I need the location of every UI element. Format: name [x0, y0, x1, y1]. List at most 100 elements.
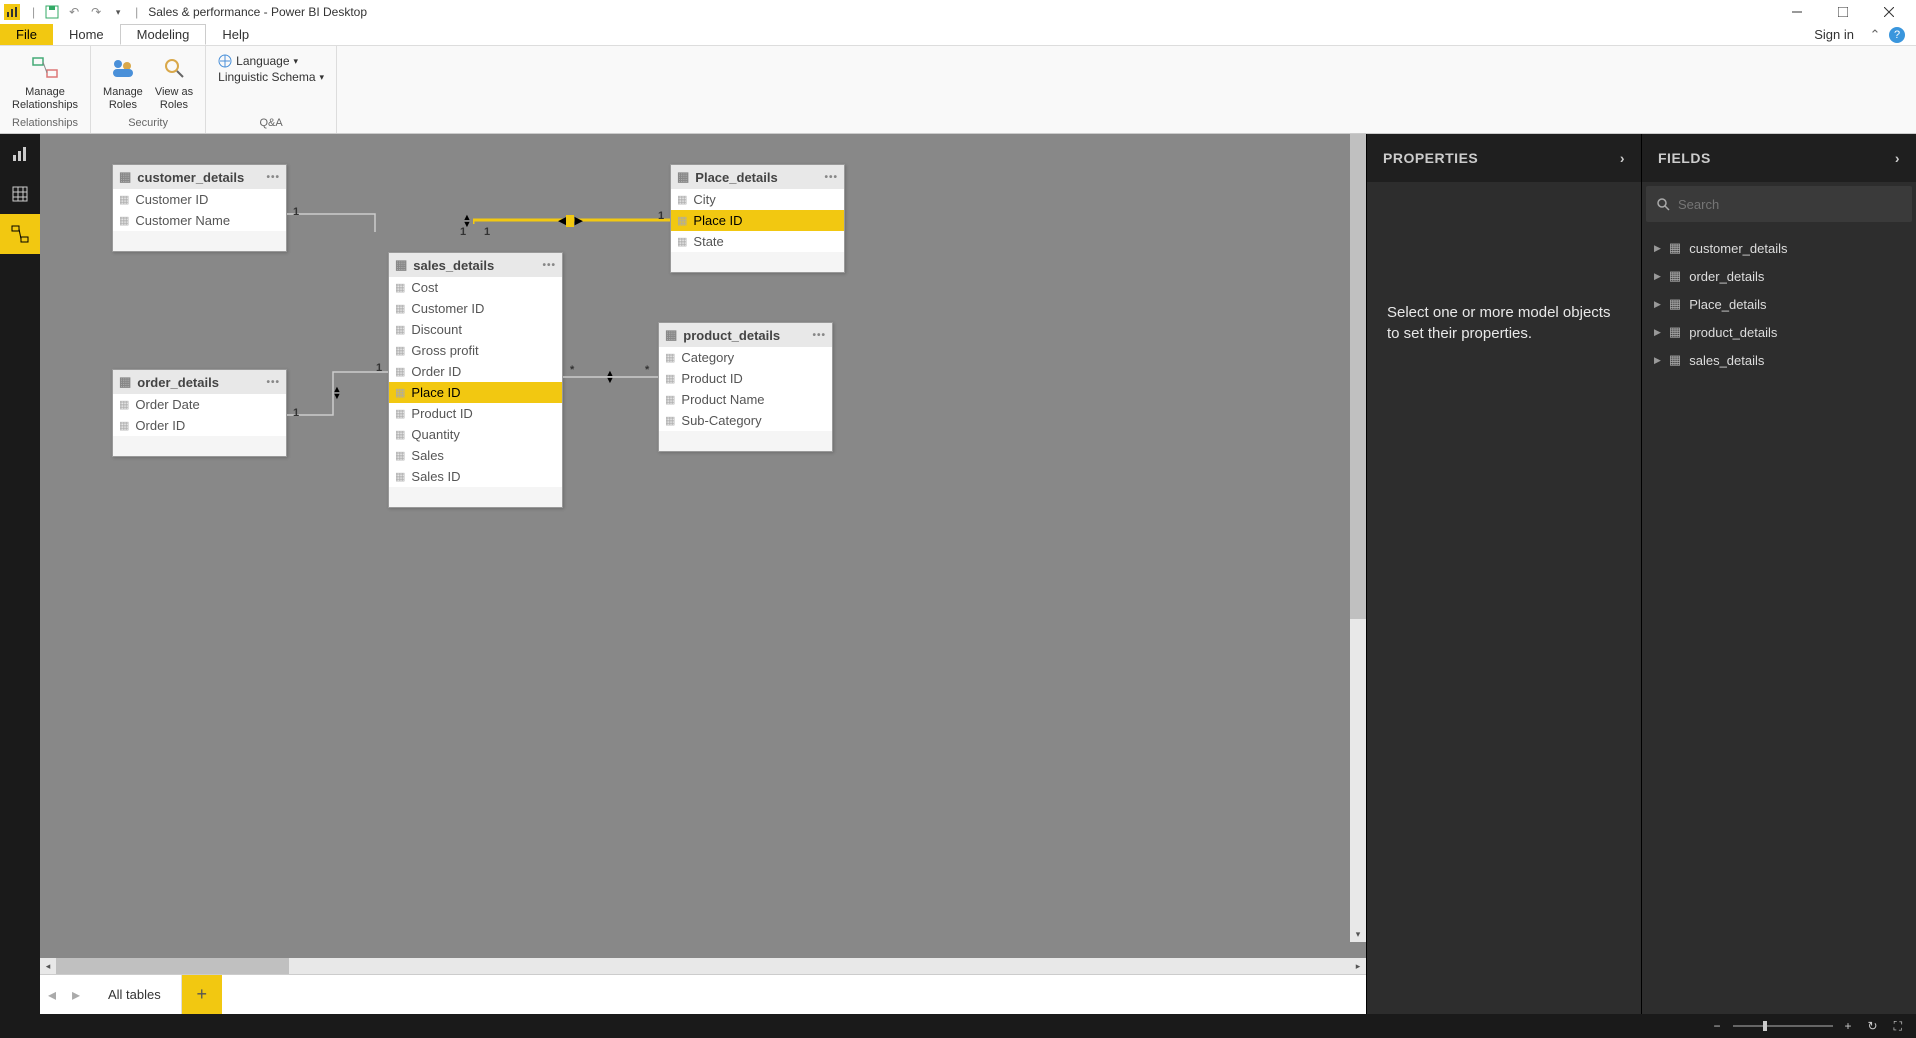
- table-field[interactable]: ▦Place ID: [389, 382, 562, 403]
- tab-next-icon[interactable]: ▸: [64, 975, 88, 1014]
- table-field[interactable]: ▦Sub-Category: [659, 410, 832, 431]
- table-menu-icon[interactable]: •••: [266, 377, 280, 388]
- scrollbar-thumb[interactable]: [56, 958, 289, 974]
- expand-icon[interactable]: ▶: [1654, 243, 1661, 254]
- table-header[interactable]: ▦ Place_details •••: [671, 165, 844, 189]
- linguistic-schema-button[interactable]: Linguistic Schema ▾: [218, 70, 324, 84]
- tab-prev-icon[interactable]: ◂: [40, 975, 64, 1014]
- table-menu-icon[interactable]: •••: [542, 260, 556, 271]
- table-header[interactable]: ▦ order_details •••: [113, 370, 286, 394]
- relationship-indicator-icon[interactable]: ◀ ▶: [558, 214, 583, 227]
- help-tab[interactable]: Help: [206, 24, 265, 45]
- table-field[interactable]: ▦Order Date: [113, 394, 286, 415]
- fields-item-sales-details[interactable]: ▶ ▦ sales_details: [1646, 346, 1912, 374]
- signin-button[interactable]: Sign in: [1804, 24, 1864, 45]
- report-view-button[interactable]: [0, 134, 40, 174]
- horizontal-scrollbar[interactable]: ◂ ▸: [40, 958, 1366, 974]
- table-field[interactable]: ▦City: [671, 189, 844, 210]
- expand-icon[interactable]: ▶: [1654, 355, 1661, 366]
- field-icon: ▦: [395, 344, 405, 357]
- table-field[interactable]: ▦State: [671, 231, 844, 252]
- fit-to-screen-icon[interactable]: ⛶: [1890, 1019, 1906, 1034]
- table-field[interactable]: ▦Sales ID: [389, 466, 562, 487]
- table-menu-icon[interactable]: •••: [824, 172, 838, 183]
- scrollbar-thumb[interactable]: [1350, 134, 1366, 619]
- cardinality-one: 1: [376, 362, 382, 374]
- fields-item-place-details[interactable]: ▶ ▦ Place_details: [1646, 290, 1912, 318]
- qat-dropdown-icon[interactable]: ▾: [108, 2, 128, 22]
- table-order-details[interactable]: ▦ order_details ••• ▦Order Date ▦Order I…: [112, 369, 287, 457]
- minimize-button[interactable]: [1774, 0, 1820, 24]
- help-icon[interactable]: ?: [1886, 24, 1908, 45]
- chevron-right-icon[interactable]: ›: [1895, 150, 1900, 166]
- table-header[interactable]: ▦ customer_details •••: [113, 165, 286, 189]
- expand-icon[interactable]: ▶: [1654, 299, 1661, 310]
- table-field[interactable]: ▦Sales: [389, 445, 562, 466]
- fields-search[interactable]: [1646, 186, 1912, 222]
- scroll-down-icon[interactable]: ▾: [1350, 926, 1366, 942]
- table-product-details[interactable]: ▦ product_details ••• ▦Category ▦Product…: [658, 322, 833, 452]
- fields-item-customer-details[interactable]: ▶ ▦ customer_details: [1646, 234, 1912, 262]
- table-menu-icon[interactable]: •••: [812, 330, 826, 341]
- table-sales-details[interactable]: ▦ sales_details ••• ▦Cost ▦Customer ID ▦…: [388, 252, 563, 508]
- table-field[interactable]: ▦Product ID: [389, 403, 562, 424]
- table-field[interactable]: ▦Gross profit: [389, 340, 562, 361]
- manage-relationships-button[interactable]: Manage Relationships: [8, 50, 82, 114]
- field-icon: ▦: [665, 351, 675, 364]
- fields-header[interactable]: FIELDS ›: [1642, 134, 1916, 182]
- modeling-tab[interactable]: Modeling: [120, 24, 207, 45]
- scroll-right-icon[interactable]: ▸: [1350, 958, 1366, 974]
- home-tab[interactable]: Home: [53, 24, 120, 45]
- fields-item-order-details[interactable]: ▶ ▦ order_details: [1646, 262, 1912, 290]
- maximize-button[interactable]: [1820, 0, 1866, 24]
- save-icon[interactable]: [42, 2, 62, 22]
- vertical-scrollbar[interactable]: ▾: [1350, 134, 1366, 942]
- model-canvas[interactable]: ▦ customer_details ••• ▦Customer ID ▦Cus…: [40, 134, 1366, 958]
- search-input[interactable]: [1678, 197, 1902, 212]
- table-field[interactable]: ▦Cost: [389, 277, 562, 298]
- zoom-out-button[interactable]: −: [1710, 1019, 1725, 1033]
- language-button[interactable]: Language ▾: [218, 54, 324, 68]
- table-header[interactable]: ▦ product_details •••: [659, 323, 832, 347]
- view-as-roles-button[interactable]: View as Roles: [151, 50, 197, 114]
- reset-zoom-icon[interactable]: ↻: [1864, 1019, 1882, 1033]
- table-field[interactable]: ▦Category: [659, 347, 832, 368]
- table-place-details[interactable]: ▦ Place_details ••• ▦City ▦Place ID ▦Sta…: [670, 164, 845, 273]
- manage-roles-button[interactable]: Manage Roles: [99, 50, 147, 114]
- close-button[interactable]: [1866, 0, 1912, 24]
- table-field[interactable]: ▦Order ID: [113, 415, 286, 436]
- table-field[interactable]: ▦Product ID: [659, 368, 832, 389]
- ribbon-collapse-icon[interactable]: ⌃: [1864, 24, 1886, 45]
- zoom-in-button[interactable]: +: [1841, 1019, 1856, 1033]
- chevron-right-icon[interactable]: ›: [1620, 150, 1625, 166]
- file-tab[interactable]: File: [0, 24, 53, 45]
- table-field[interactable]: ▦Product Name: [659, 389, 832, 410]
- table-header[interactable]: ▦ sales_details •••: [389, 253, 562, 277]
- table-field[interactable]: ▦Order ID: [389, 361, 562, 382]
- expand-icon[interactable]: ▶: [1654, 327, 1661, 338]
- zoom-slider[interactable]: [1733, 1025, 1833, 1027]
- expand-icon[interactable]: ▶: [1654, 271, 1661, 282]
- table-icon: ▦: [395, 257, 407, 273]
- model-view-button[interactable]: [0, 214, 40, 254]
- data-view-button[interactable]: [0, 174, 40, 214]
- add-tab-button[interactable]: +: [182, 975, 222, 1014]
- tab-all-tables[interactable]: All tables: [88, 975, 182, 1014]
- table-customer-details[interactable]: ▦ customer_details ••• ▦Customer ID ▦Cus…: [112, 164, 287, 252]
- table-menu-icon[interactable]: •••: [266, 172, 280, 183]
- table-icon: ▦: [665, 327, 677, 343]
- table-icon: ▦: [677, 169, 689, 185]
- scroll-left-icon[interactable]: ◂: [40, 958, 56, 974]
- table-field[interactable]: ▦Customer ID: [389, 298, 562, 319]
- table-field[interactable]: ▦Customer Name: [113, 210, 286, 231]
- undo-icon[interactable]: ↶: [64, 2, 84, 22]
- redo-icon[interactable]: ↷: [86, 2, 106, 22]
- properties-header[interactable]: PROPERTIES ›: [1367, 134, 1641, 182]
- table-field[interactable]: ▦Discount: [389, 319, 562, 340]
- table-field[interactable]: ▦Customer ID: [113, 189, 286, 210]
- fields-item-product-details[interactable]: ▶ ▦ product_details: [1646, 318, 1912, 346]
- table-field[interactable]: ▦Quantity: [389, 424, 562, 445]
- search-icon: [1656, 197, 1670, 211]
- main-area: ▦ customer_details ••• ▦Customer ID ▦Cus…: [0, 134, 1916, 1014]
- table-field[interactable]: ▦Place ID: [671, 210, 844, 231]
